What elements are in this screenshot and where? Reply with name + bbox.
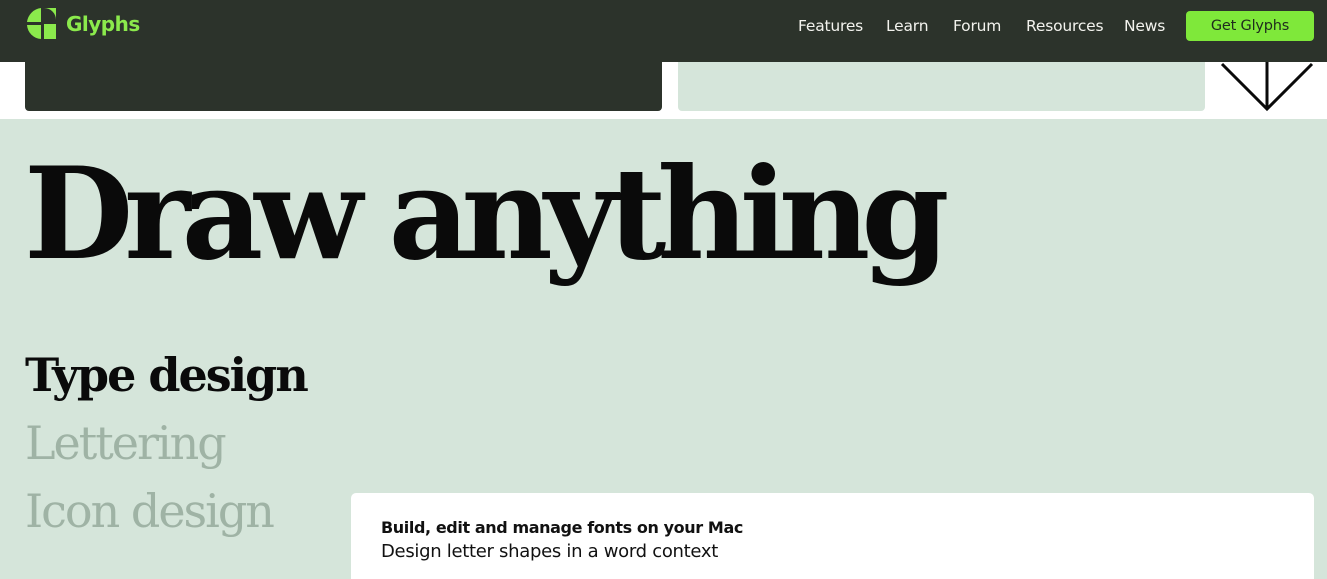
category-lettering[interactable]: Lettering xyxy=(25,409,307,477)
glyphs-logo-icon xyxy=(27,8,56,39)
nav-link-news[interactable]: News xyxy=(1124,14,1172,38)
hero-headline: Draw anything xyxy=(24,140,949,288)
brand-name: Glyphs xyxy=(66,12,140,36)
nav-link-resources[interactable]: Resources xyxy=(1026,14,1124,38)
get-glyphs-button[interactable]: Get Glyphs xyxy=(1186,11,1314,41)
main-nav: Features Learn Forum Resources News xyxy=(798,14,1172,38)
home-logo-link[interactable]: Glyphs xyxy=(25,8,140,40)
feature-card: Build, edit and manage fonts on your Mac… xyxy=(351,493,1314,579)
category-icon-design[interactable]: Icon design xyxy=(25,477,307,545)
nav-link-features[interactable]: Features xyxy=(798,14,886,38)
feature-subtitle: Design letter shapes in a word context xyxy=(381,541,718,562)
nav-link-learn[interactable]: Learn xyxy=(886,14,953,38)
nav-link-forum[interactable]: Forum xyxy=(953,14,1026,38)
hero-section: Draw anything Type design Lettering Icon… xyxy=(0,119,1327,579)
category-list: Type design Lettering Icon design xyxy=(25,341,309,545)
top-navbar: Glyphs Features Learn Forum Resources Ne… xyxy=(0,0,1327,62)
category-type-design[interactable]: Type design xyxy=(25,341,309,409)
feature-title: Build, edit and manage fonts on your Mac xyxy=(381,518,743,537)
